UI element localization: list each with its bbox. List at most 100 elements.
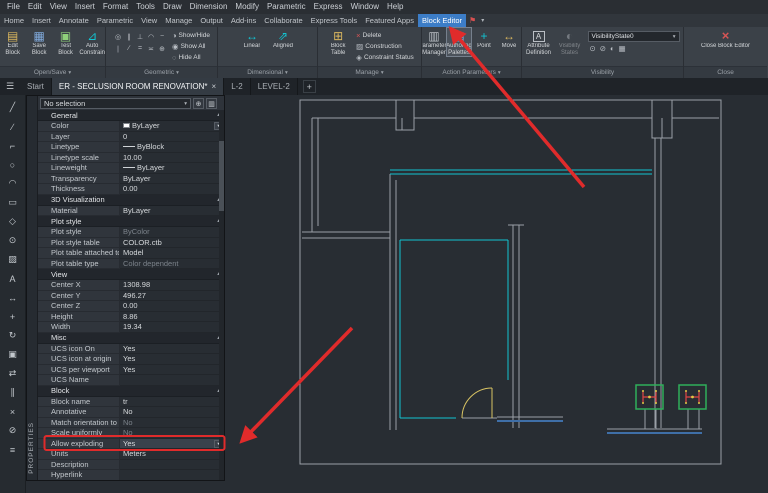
scrollbar-thumb[interactable] <box>219 141 224 211</box>
visibility-state-dropdown[interactable]: VisibilityState0 ▾ <box>588 31 680 42</box>
symmetric-icon[interactable]: ≍ <box>146 43 156 54</box>
section-header-general[interactable]: General <box>38 110 224 121</box>
parallel-icon[interactable]: ∥ <box>124 31 134 42</box>
block-table-button[interactable]: ⊞ Block Table <box>323 28 353 56</box>
file-tab-l-2[interactable]: L-2 <box>224 78 251 95</box>
coincident-icon[interactable]: ◎ <box>113 31 123 42</box>
menu-view[interactable]: View <box>46 0 71 14</box>
horizontal-icon[interactable]: − <box>157 31 167 42</box>
vertical-icon[interactable]: ∣ <box>113 43 123 54</box>
ribbon-tab-featured-apps[interactable]: Featured Apps <box>361 14 418 27</box>
perpendicular-icon[interactable]: ⊥ <box>135 31 145 42</box>
menu-draw[interactable]: Draw <box>159 0 186 14</box>
erase-icon[interactable]: ⊘ <box>2 421 24 440</box>
save-block-button[interactable]: ▦ Save Block <box>26 28 51 56</box>
test-block-button[interactable]: ▣ Test Block <box>53 28 78 56</box>
property-value[interactable]: Color dependent <box>120 259 224 270</box>
property-value[interactable]: 19.34 <box>120 322 224 333</box>
construction-button[interactable]: ▨ Construction <box>354 41 416 52</box>
fix-icon[interactable]: ⊕ <box>157 43 167 54</box>
new-state-icon[interactable]: ▦ <box>619 44 626 53</box>
menu-help[interactable]: Help <box>383 0 407 14</box>
quick-select-icon[interactable]: ▥ <box>206 98 217 109</box>
properties-scrollbar[interactable] <box>219 111 224 480</box>
hide-all-button[interactable]: ◌ Hide All <box>170 52 212 63</box>
copy-icon[interactable]: ▣ <box>2 345 24 364</box>
ribbon-tab-annotate[interactable]: Annotate <box>55 14 93 27</box>
panel-label-action-parameters[interactable]: Action Parameters <box>422 66 521 78</box>
ellipse-icon[interactable]: ⊙ <box>2 231 24 250</box>
property-value[interactable]: No <box>120 418 224 429</box>
file-tab-start[interactable]: Start <box>20 78 52 95</box>
panel-label-open-save[interactable]: Open/Save <box>0 66 105 78</box>
line-icon[interactable]: ╱ <box>2 98 24 117</box>
parameters-manager-button[interactable]: ▥ Parameters Manager <box>422 28 446 56</box>
menu-file[interactable]: File <box>3 0 24 14</box>
make-invisible-icon[interactable]: ⊘ <box>600 44 606 53</box>
tab-overflow-caret-icon[interactable]: ▾ <box>479 17 486 24</box>
property-value[interactable]: ByColor <box>120 227 224 238</box>
constraint-status-button[interactable]: ◈ Constraint Status <box>354 52 416 63</box>
xline-icon[interactable]: ∕ <box>2 117 24 136</box>
edit-block-button[interactable]: ▤ Edit Block <box>0 28 25 56</box>
new-tab-button[interactable]: + <box>303 80 316 93</box>
property-value[interactable]: tr <box>120 397 224 408</box>
property-value[interactable]: No <box>120 407 224 418</box>
menu-tools[interactable]: Tools <box>132 0 159 14</box>
ribbon-tab-insert[interactable]: Insert <box>28 14 55 27</box>
file-tab-level-2[interactable]: LEVEL-2 <box>251 78 298 95</box>
trim-icon[interactable]: × <box>2 402 24 421</box>
auto-constrain-button[interactable]: ⊿ Auto Constrain <box>79 28 105 56</box>
equal-icon[interactable]: = <box>135 43 145 54</box>
property-value[interactable] <box>120 470 224 480</box>
property-value[interactable]: ByLayer <box>120 163 224 174</box>
property-value[interactable]: Yes <box>120 344 224 355</box>
property-value[interactable]: Model <box>120 248 224 259</box>
circle-icon[interactable]: ○ <box>2 155 24 174</box>
property-value[interactable]: 8.86 <box>120 312 224 323</box>
property-value[interactable]: Yes <box>120 365 224 376</box>
offset-icon[interactable]: ∥ <box>2 383 24 402</box>
property-value[interactable]: ByLayer <box>120 206 224 217</box>
section-header-misc[interactable]: Misc <box>38 333 224 344</box>
attribute-definition-button[interactable]: A Attribute Definition <box>524 28 554 56</box>
section-header-view[interactable]: View <box>38 269 224 280</box>
property-value[interactable]: No <box>120 428 224 439</box>
ribbon-tab-view[interactable]: View <box>137 14 161 27</box>
property-value[interactable]: ByLayer <box>120 174 224 185</box>
menu-edit[interactable]: Edit <box>24 0 46 14</box>
menu-window[interactable]: Window <box>347 0 383 14</box>
property-value[interactable]: 0.00 <box>120 184 224 195</box>
panel-label-visibility[interactable]: Visibility <box>522 66 683 78</box>
arc-icon[interactable]: ◠ <box>2 174 24 193</box>
delete-button[interactable]: × Delete <box>354 30 416 41</box>
properties-palette-titlebar[interactable]: PROPERTIES <box>27 96 38 480</box>
property-value[interactable]: ByBlock <box>120 142 224 153</box>
property-value[interactable] <box>120 460 224 471</box>
panel-label-geometric[interactable]: Geometric <box>106 66 217 78</box>
menu-insert[interactable]: Insert <box>71 0 99 14</box>
ribbon-tab-collaborate[interactable]: Collaborate <box>260 14 306 27</box>
selection-dropdown[interactable]: No selection ▾ <box>40 98 191 109</box>
show-hide-button[interactable]: ◑ Show/Hide <box>170 30 212 41</box>
hamburger-menu-icon[interactable]: ☰ <box>0 81 20 92</box>
pickadd-toggle-icon[interactable]: ⊕ <box>193 98 204 109</box>
menu-modify[interactable]: Modify <box>231 0 263 14</box>
ribbon-tab-add-ins[interactable]: Add-ins <box>227 14 260 27</box>
rectangle-icon[interactable]: ▭ <box>2 193 24 212</box>
rotate-icon[interactable]: ↻ <box>2 326 24 345</box>
panel-label-dimensional[interactable]: Dimensional <box>218 66 317 78</box>
menu-express[interactable]: Express <box>310 0 347 14</box>
menu-parametric[interactable]: Parametric <box>263 0 310 14</box>
show-all-button[interactable]: ◉ Show All <box>170 41 212 52</box>
property-value[interactable]: 0 <box>120 132 224 143</box>
make-visible-icon[interactable]: ⊙ <box>590 44 596 53</box>
ribbon-tab-express-tools[interactable]: Express Tools <box>307 14 362 27</box>
polygon-icon[interactable]: ◇ <box>2 212 24 231</box>
property-value[interactable]: Meters <box>120 449 224 460</box>
section-header-plot-style[interactable]: Plot style <box>38 216 224 227</box>
property-value[interactable]: 10.00 <box>120 153 224 164</box>
panel-label-close[interactable]: Close <box>684 66 767 78</box>
property-value[interactable]: Yes▾ <box>120 439 224 450</box>
aligned-dimension-button[interactable]: ⇗ Aligned <box>268 28 298 50</box>
